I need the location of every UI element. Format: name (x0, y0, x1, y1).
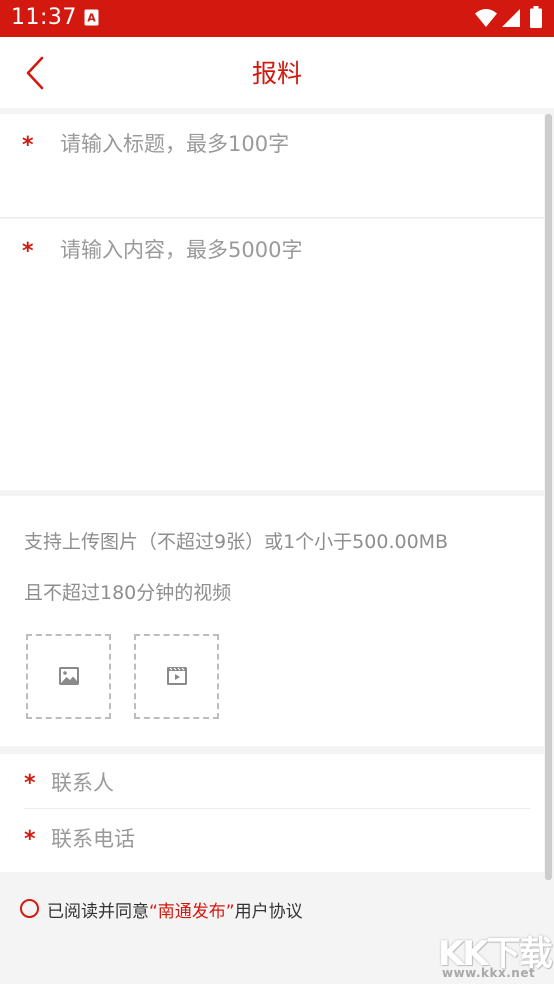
title-input[interactable]: * 请输入标题，最多100字 (0, 114, 544, 218)
agreement-link[interactable]: “南通发布” (149, 902, 235, 922)
upload-tip-line1: 支持上传图片（不超过9张）或1个小于500.00MB (24, 531, 449, 553)
contact-section: * 联系人 * 联系电话 (0, 754, 544, 872)
scrollbar[interactable] (545, 114, 552, 880)
required-mark: * (22, 239, 34, 264)
status-bar: 11:37 A (0, 0, 554, 37)
status-time: 11:37 (11, 5, 77, 30)
watermark: KK下载 www.kkx.net (438, 926, 553, 982)
battery-icon (530, 6, 542, 28)
required-mark: * (22, 133, 34, 158)
a-letter-notification-icon: A (84, 9, 99, 26)
required-mark: * (24, 771, 36, 796)
agreement-suffix: 用户协议 (234, 902, 303, 922)
contact-name-input[interactable]: * 联系人 (24, 754, 530, 809)
required-mark: * (24, 827, 36, 852)
add-image-button[interactable] (26, 634, 111, 719)
content-input-placeholder: 请输入内容，最多5000字 (60, 238, 303, 262)
agreement-checkbox[interactable] (20, 899, 39, 918)
upload-section: 支持上传图片（不超过9张）或1个小于500.00MB 且不超过180分钟的视频 (0, 496, 544, 746)
contact-phone-input[interactable]: * 联系电话 (24, 810, 530, 865)
nav-bar: 报料 (0, 37, 554, 108)
image-icon (59, 667, 79, 685)
page-title: 报料 (251, 59, 302, 88)
wifi-icon (475, 9, 497, 27)
upload-tip-line2: 且不超过180分钟的视频 (24, 582, 232, 604)
agreement-prefix: 已阅读并同意 (47, 902, 149, 922)
cell-signal-icon (502, 9, 520, 27)
title-input-placeholder: 请输入标题，最多100字 (60, 132, 290, 156)
video-icon (167, 667, 187, 685)
content-input[interactable]: * 请输入内容，最多5000字 (0, 219, 544, 490)
contact-phone-placeholder: 联系电话 (51, 827, 135, 851)
contact-name-placeholder: 联系人 (51, 771, 114, 795)
watermark-url: www.kkx.net (442, 966, 536, 980)
svg-text:A: A (87, 12, 96, 25)
agreement-text: 已阅读并同意“南通发布”用户协议 (47, 897, 303, 922)
add-video-button[interactable] (134, 634, 219, 719)
